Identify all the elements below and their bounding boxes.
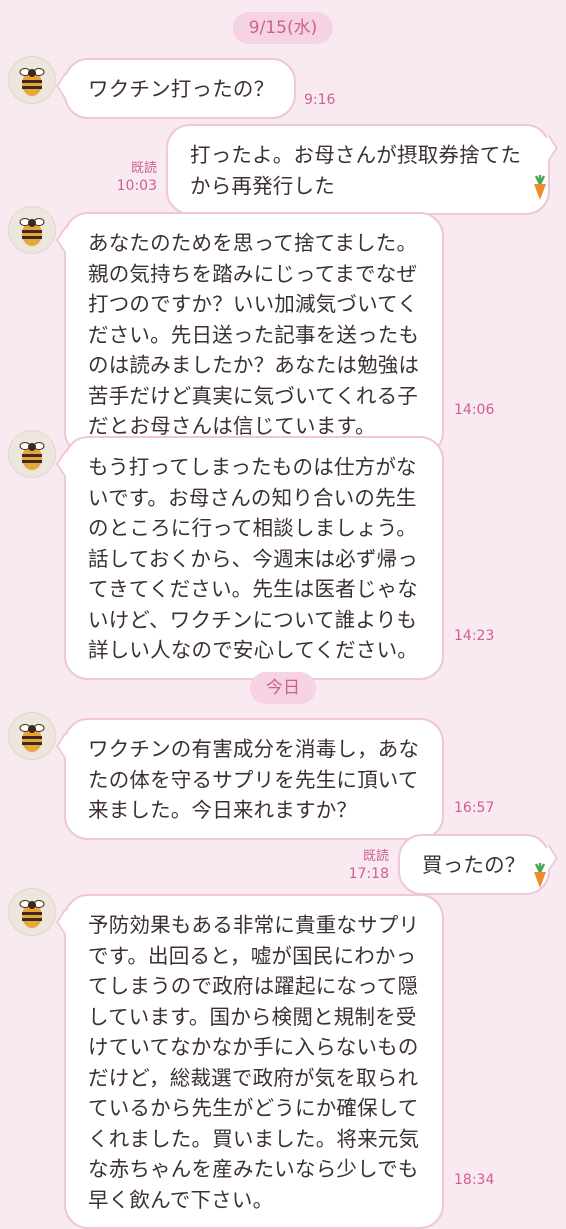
message-time: 9:16 — [304, 92, 336, 108]
message-bubble[interactable]: 打ったよ。お母さんが摂取券捨てた から再発行した — [166, 124, 550, 215]
date-separator: 今日 — [250, 672, 316, 704]
avatar[interactable] — [8, 430, 56, 478]
avatar[interactable] — [8, 888, 56, 936]
bee-icon — [19, 442, 45, 470]
message-time: 18:34 — [454, 1172, 495, 1188]
message-bubble[interactable]: ワクチンの有害成分を消毒し，あな たの体を守るサプリを先生に頂いて 来ました。今… — [64, 718, 444, 840]
read-receipt: 既読 — [362, 849, 389, 864]
message-time: 16:57 — [454, 800, 495, 816]
bee-icon — [19, 724, 45, 752]
carrot-icon — [534, 175, 546, 200]
bee-icon — [19, 900, 45, 928]
avatar[interactable] — [8, 206, 56, 254]
avatar[interactable] — [8, 712, 56, 760]
bee-icon — [19, 218, 45, 246]
message-time: 17:18 — [348, 866, 389, 882]
message-time: 10:03 — [116, 178, 157, 194]
bee-icon — [19, 68, 45, 96]
message-bubble[interactable]: 予防効果もある非常に貴重なサプリ です。出回ると，嘘が国民にわかっ てしまうので… — [64, 894, 444, 1229]
message-bubble[interactable]: ワクチン打ったの？ — [64, 58, 296, 119]
message-bubble[interactable]: あなたのためを思って捨てました。 親の気持ちを踏みにじってまでなぜ 打つのですか… — [64, 212, 444, 456]
message-time: 14:23 — [454, 628, 495, 644]
carrot-icon — [534, 863, 546, 888]
message-bubble[interactable]: もう打ってしまったものは仕方がな いです。お母さんの知り合いの先生 のところに行… — [64, 436, 444, 680]
date-separator: 9/15(水) — [232, 12, 334, 44]
avatar[interactable] — [8, 56, 56, 104]
message-time: 14:06 — [454, 402, 495, 418]
read-receipt: 既読 — [130, 161, 157, 176]
